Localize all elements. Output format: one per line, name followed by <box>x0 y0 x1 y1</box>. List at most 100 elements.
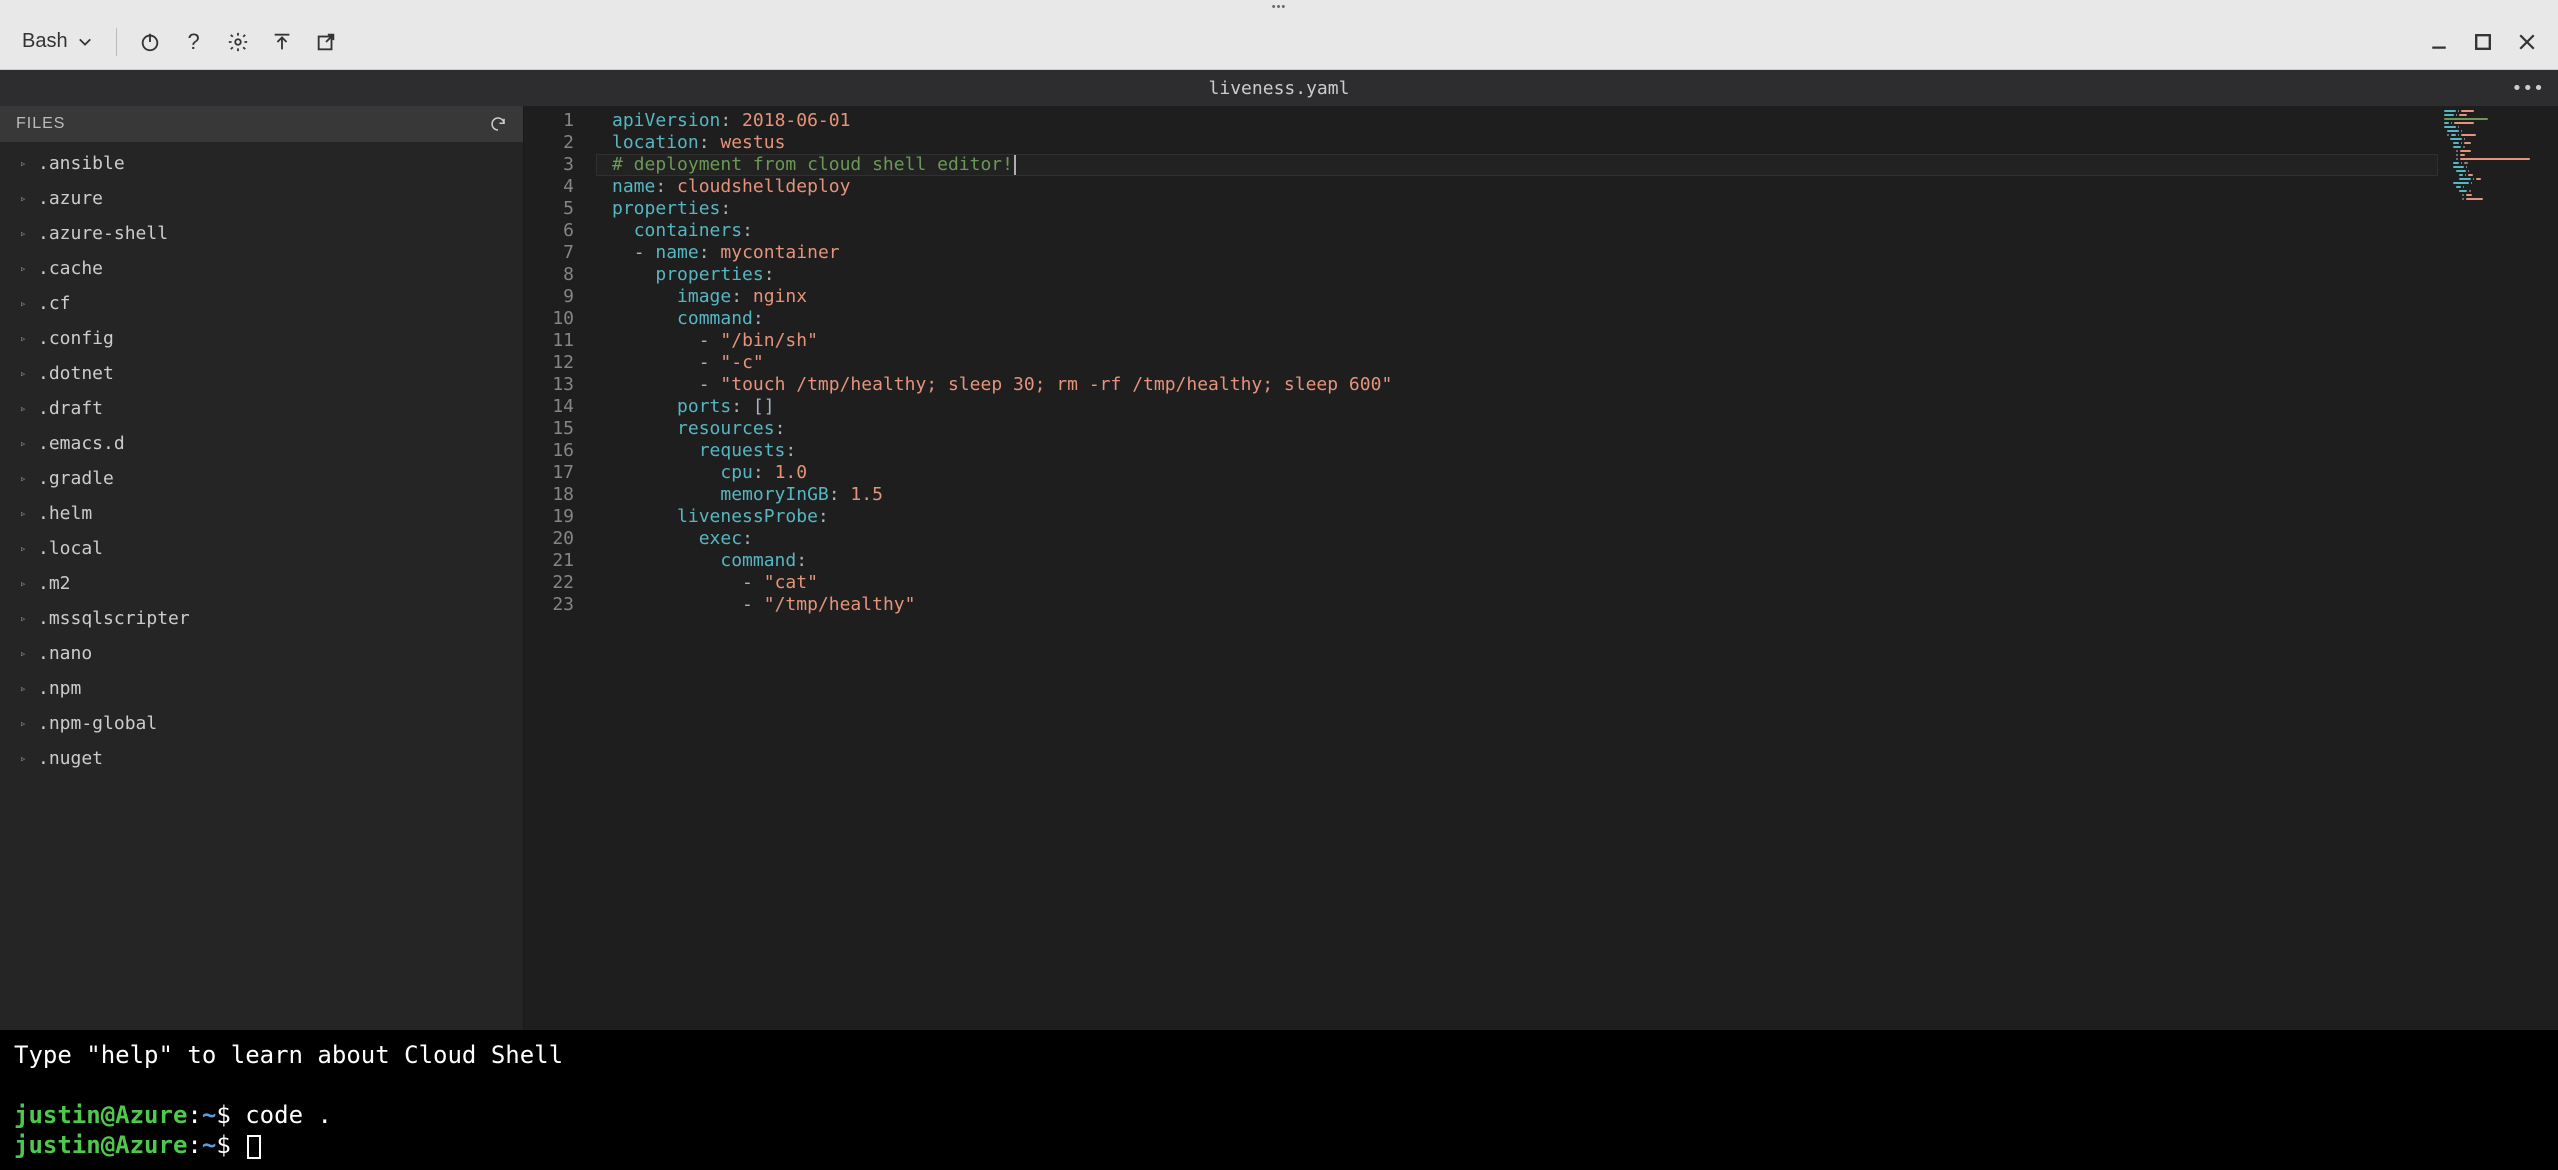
file-tree-item[interactable]: ▹ .nuget <box>0 741 523 776</box>
line-number: 20 <box>524 528 596 550</box>
code-line[interactable]: image: nginx <box>596 286 2438 308</box>
file-tree-item[interactable]: ▹.npm <box>0 671 523 706</box>
terminal-blank <box>14 1070 2544 1100</box>
file-tree-item[interactable]: ▹ .ansible <box>0 146 523 181</box>
code-line[interactable]: memoryInGB: 1.5 <box>596 484 2438 506</box>
code-line[interactable]: command: <box>596 550 2438 572</box>
file-tree-item-label: .npm-global <box>38 710 157 737</box>
file-tree-item[interactable]: ▹.dotnet <box>0 356 523 391</box>
cloud-shell-toolbar: Bash ? <box>0 14 2558 70</box>
shell-selector[interactable]: Bash <box>12 24 102 59</box>
line-number: 16 <box>524 440 596 462</box>
file-tree-item[interactable]: ▹.draft <box>0 391 523 426</box>
file-tree-item-label: .azure <box>38 185 103 212</box>
file-tree-item[interactable]: ▹.m2 <box>0 566 523 601</box>
terminal[interactable]: Type "help" to learn about Cloud Shell j… <box>0 1030 2558 1170</box>
line-number: 11 <box>524 330 596 352</box>
line-number: 14 <box>524 396 596 418</box>
code-line[interactable]: - name: mycontainer <box>596 242 2438 264</box>
file-tree-item[interactable]: ▹.gradle <box>0 461 523 496</box>
chevron-right-icon: ▹ <box>20 570 30 597</box>
code-line[interactable]: apiVersion: 2018-06-01 <box>596 110 2438 132</box>
line-number: 13 <box>524 374 596 396</box>
code-line[interactable]: cpu: 1.0 <box>596 462 2438 484</box>
code-line[interactable]: properties: <box>596 198 2438 220</box>
line-number: 15 <box>524 418 596 440</box>
code-line[interactable]: name: cloudshelldeploy <box>596 176 2438 198</box>
code-line[interactable]: # deployment from cloud shell editor! <box>596 154 2438 176</box>
code-line[interactable]: requests: <box>596 440 2438 462</box>
file-tree-item[interactable]: ▹.helm <box>0 496 523 531</box>
file-tree-item[interactable]: ▹.local <box>0 531 523 566</box>
chevron-right-icon: ▹ <box>20 150 30 177</box>
code-line[interactable]: command: <box>596 308 2438 330</box>
close-button[interactable] <box>2508 23 2546 61</box>
chevron-right-icon: ▹ <box>20 255 30 282</box>
line-number: 19 <box>524 506 596 528</box>
file-tree-item[interactable]: ▹.mssqlscripter <box>0 601 523 636</box>
line-number: 9 <box>524 286 596 308</box>
terminal-line: justin@Azure:~$ code . <box>14 1100 2544 1130</box>
code-line[interactable]: - "touch /tmp/healthy; sleep 30; rm -rf … <box>596 374 2438 396</box>
file-tree-item[interactable]: ▹.azure <box>0 181 523 216</box>
code-content[interactable]: apiVersion: 2018-06-01location: westus# … <box>596 106 2438 1030</box>
file-tree-item[interactable]: ▹.cf <box>0 286 523 321</box>
code-editor[interactable]: 1234567891011121314151617181920212223 ap… <box>524 106 2558 1030</box>
code-line[interactable]: - "cat" <box>596 572 2438 594</box>
line-number: 7 <box>524 242 596 264</box>
line-number: 6 <box>524 220 596 242</box>
chevron-right-icon: ▹ <box>20 745 30 772</box>
file-tree-item[interactable]: ▹.nano <box>0 636 523 671</box>
restart-button[interactable] <box>131 23 169 61</box>
chevron-right-icon: ▹ <box>20 675 30 702</box>
help-button[interactable]: ? <box>175 23 213 61</box>
code-line[interactable]: ports: [] <box>596 396 2438 418</box>
line-number: 12 <box>524 352 596 374</box>
chevron-right-icon: ▹ <box>20 710 30 737</box>
maximize-button[interactable] <box>2464 23 2502 61</box>
code-line[interactable]: containers: <box>596 220 2438 242</box>
chevron-down-icon <box>78 35 92 49</box>
file-tree-item[interactable]: ▹.cache <box>0 251 523 286</box>
code-line[interactable]: location: westus <box>596 132 2438 154</box>
code-line[interactable]: - "/tmp/healthy" <box>596 594 2438 616</box>
terminal-cursor <box>247 1135 261 1159</box>
open-new-window-button[interactable] <box>307 23 345 61</box>
file-explorer-title: FILES <box>16 115 65 133</box>
file-tree-item-label: .draft <box>38 395 103 422</box>
file-tree-item-label: .ansible <box>38 150 125 177</box>
chevron-right-icon: ▹ <box>20 220 30 247</box>
chevron-right-icon: ▹ <box>20 500 30 527</box>
code-line[interactable]: - "-c" <box>596 352 2438 374</box>
code-line[interactable]: exec: <box>596 528 2438 550</box>
file-tree[interactable]: ▹.ansible▹.azure▹.azure-shell▹.cache▹.cf… <box>0 142 523 1030</box>
refresh-button[interactable] <box>489 115 507 133</box>
upload-icon <box>271 31 293 53</box>
line-number: 5 <box>524 198 596 220</box>
file-tree-item-label: .local <box>38 535 103 562</box>
window-drag-handle[interactable]: ••• <box>0 0 2558 14</box>
editor-title-bar: liveness.yaml ••• <box>0 70 2558 106</box>
file-tree-item-label: .nuget <box>38 745 103 772</box>
settings-button[interactable] <box>219 23 257 61</box>
minimize-button[interactable] <box>2420 23 2458 61</box>
file-tree-item-label: .azure-shell <box>38 220 168 247</box>
file-tree-item-label: .dotnet <box>38 360 114 387</box>
code-line[interactable]: livenessProbe: <box>596 506 2438 528</box>
line-number: 1 <box>524 110 596 132</box>
code-line[interactable]: properties: <box>596 264 2438 286</box>
file-tree-item[interactable]: ▹.config <box>0 321 523 356</box>
line-number: 2 <box>524 132 596 154</box>
file-tree-item[interactable]: ▹ .azure-shell <box>0 216 523 251</box>
chevron-right-icon: ▹ <box>20 605 30 632</box>
file-tree-item[interactable]: ▹ .npm-global <box>0 706 523 741</box>
editor-more-button[interactable]: ••• <box>2511 78 2544 99</box>
shell-selector-label: Bash <box>22 30 68 53</box>
chevron-right-icon: ▹ <box>20 325 30 352</box>
code-line[interactable]: - "/bin/sh" <box>596 330 2438 352</box>
minimap[interactable] <box>2438 106 2558 1030</box>
code-line[interactable]: resources: <box>596 418 2438 440</box>
upload-button[interactable] <box>263 23 301 61</box>
file-tree-item[interactable]: ▹.emacs.d <box>0 426 523 461</box>
line-number: 17 <box>524 462 596 484</box>
